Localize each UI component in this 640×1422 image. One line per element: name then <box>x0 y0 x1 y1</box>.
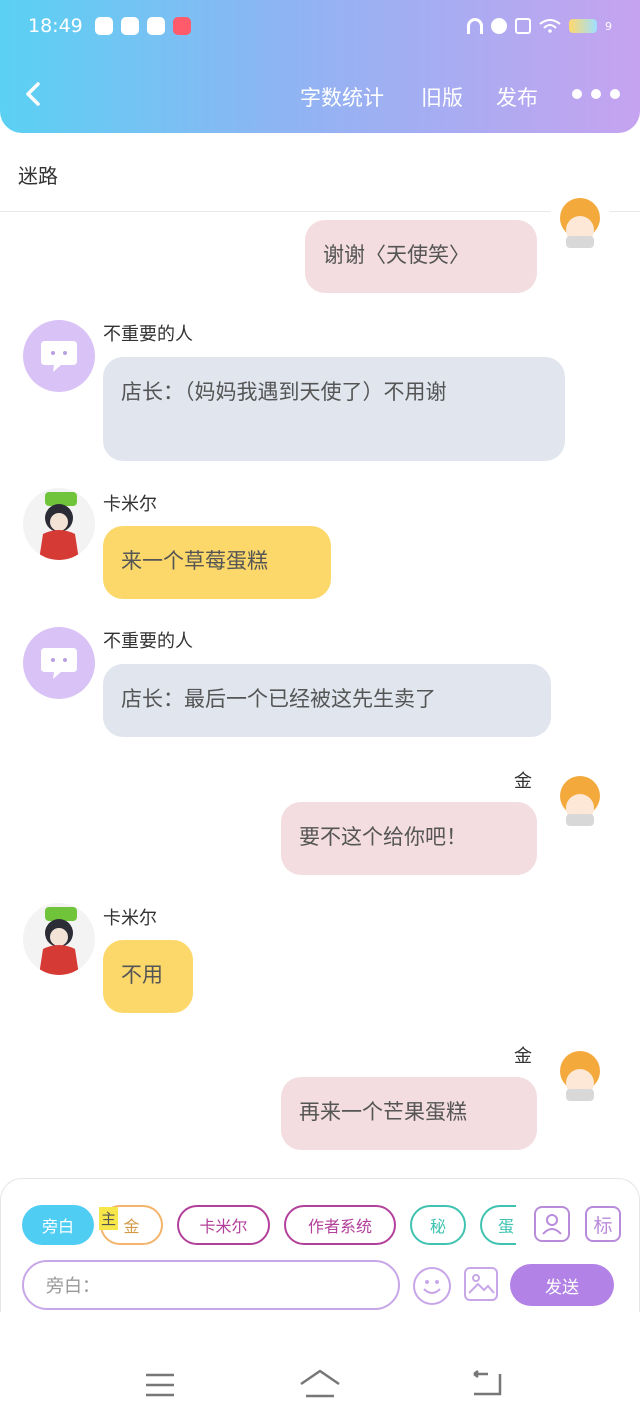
character-manage-button[interactable] <box>534 1206 570 1242</box>
app-header: 18:49 9 字数统计 旧版 发布 <box>0 0 640 133</box>
avatar-gold[interactable] <box>548 770 612 834</box>
avatar-gold[interactable] <box>548 192 612 256</box>
message-input[interactable]: 旁白： <box>22 1260 400 1310</box>
back-arrow-icon[interactable] <box>22 80 46 108</box>
message-bubble-right: 要不这个给你吧！ <box>281 802 537 875</box>
emoji-icon[interactable] <box>413 1267 451 1305</box>
chat-bubble-icon <box>41 648 77 679</box>
battery-icon <box>569 19 597 33</box>
tag-button[interactable]: 标 <box>585 1206 621 1242</box>
message-bubble-left: 来一个草莓蛋糕 <box>103 526 331 599</box>
image-icon[interactable] <box>464 1267 498 1301</box>
compass-notification-icon <box>120 17 139 35</box>
app-notification-icon <box>94 17 113 35</box>
message-bubble-left: 不用 <box>103 940 193 1013</box>
alarm-icon <box>491 18 507 34</box>
word-count-button[interactable]: 字数统计 <box>300 82 384 112</box>
avatar-kamil[interactable] <box>23 488 95 560</box>
chat-bubble-icon <box>41 341 77 372</box>
person-icon <box>542 1214 562 1235</box>
message-bubble-right: 谢谢〈天使笑〉 <box>305 220 537 293</box>
sender-name: 卡米尔 <box>103 908 157 929</box>
publish-button[interactable]: 发布 <box>496 82 538 112</box>
no-sim-icon <box>515 18 531 34</box>
sender-name: 不重要的人 <box>103 324 193 345</box>
status-time: 18:49 <box>28 15 83 37</box>
sender-name: 不重要的人 <box>103 631 193 652</box>
headset-icon <box>467 18 483 34</box>
role-chip-partial[interactable]: 蛋 <box>480 1205 516 1245</box>
status-bar: 18:49 9 <box>28 12 612 40</box>
avatar-default[interactable] <box>23 627 95 699</box>
role-chip-narration[interactable]: 旁白 <box>22 1205 94 1245</box>
role-chip-kamil[interactable]: 卡米尔 <box>177 1205 270 1245</box>
fan-notification-icon <box>146 17 165 35</box>
divider <box>0 211 640 212</box>
send-button[interactable]: 发送 <box>510 1264 614 1306</box>
role-chip-secret[interactable]: 秘 <box>410 1205 466 1245</box>
old-version-button[interactable]: 旧版 <box>421 82 463 112</box>
battery-level: 9 <box>605 19 612 33</box>
sender-name: 金 <box>514 1046 532 1067</box>
message-bubble-right: 再来一个芒果蛋糕 <box>281 1077 537 1150</box>
main-role-badge: 主 <box>99 1207 119 1230</box>
avatar-gold[interactable] <box>548 1045 612 1109</box>
sender-name: 金 <box>514 771 532 792</box>
role-chip-author-system[interactable]: 作者系统 <box>284 1205 396 1245</box>
app-red-notification-icon <box>172 17 191 35</box>
avatar-default[interactable] <box>23 320 95 392</box>
menu-nav-icon[interactable] <box>144 1372 176 1398</box>
chat-title: 迷路 <box>18 164 58 188</box>
message-bubble-left: 店长：（妈妈我遇到天使了）不用谢 <box>103 357 565 461</box>
wifi-icon <box>539 19 561 33</box>
back-nav-icon[interactable] <box>470 1370 504 1398</box>
home-nav-icon[interactable] <box>298 1368 342 1400</box>
more-options-icon[interactable] <box>572 89 620 99</box>
message-input-placeholder: 旁白： <box>46 1276 100 1297</box>
message-bubble-left: 店长：最后一个已经被这先生卖了 <box>103 664 551 737</box>
sender-name: 卡米尔 <box>103 494 157 515</box>
avatar-kamil[interactable] <box>23 903 95 975</box>
